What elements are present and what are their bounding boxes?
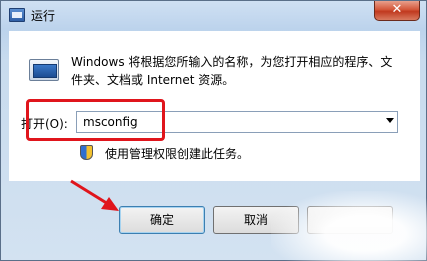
ok-button[interactable]: 确定 xyxy=(119,206,205,234)
run-dialog-window: 运行 ✕ Windows 将根据您所输入的名称，为您打开相应的程序、文件夹、文档… xyxy=(0,0,427,261)
faded-corner-overlay xyxy=(271,191,427,261)
